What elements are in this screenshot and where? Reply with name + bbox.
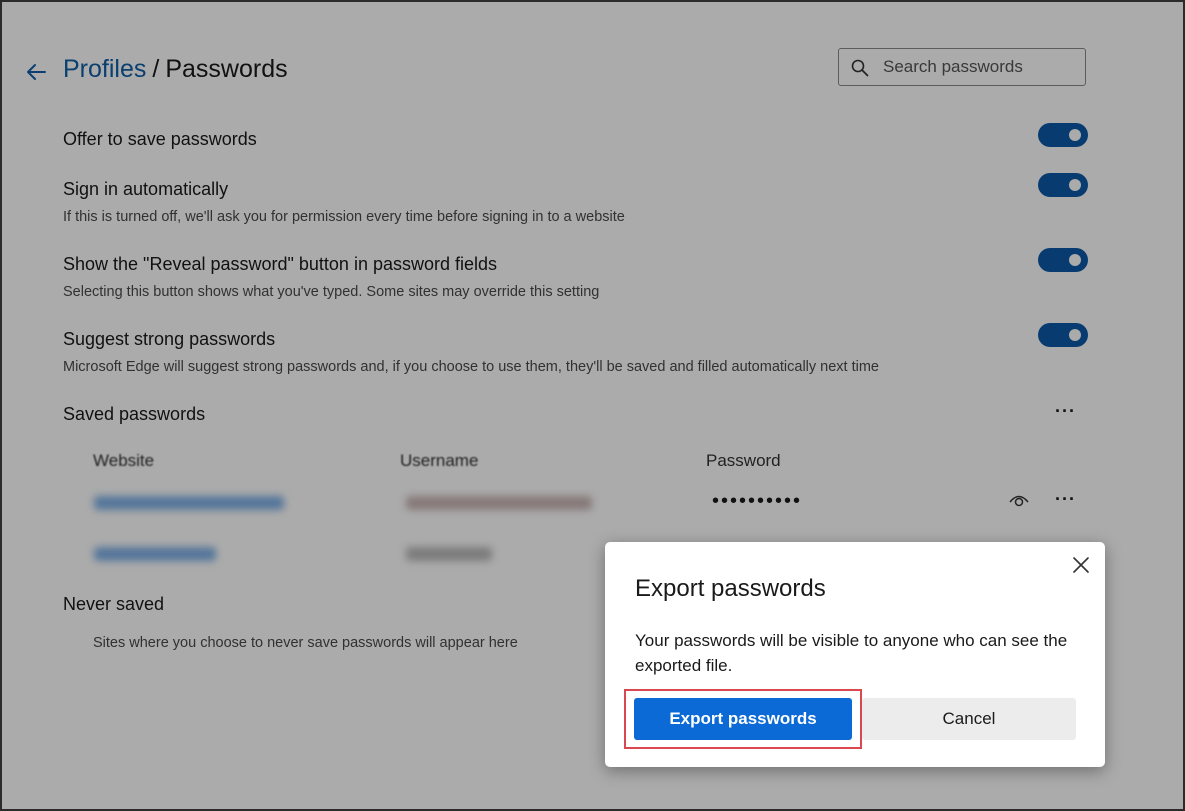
dialog-title: Export passwords: [635, 575, 826, 602]
dialog-body: Your passwords will be visible to anyone…: [635, 631, 1068, 675]
export-passwords-button[interactable]: Export passwords: [634, 698, 852, 740]
close-icon[interactable]: [1071, 555, 1091, 575]
cancel-button[interactable]: Cancel: [862, 698, 1076, 740]
export-passwords-dialog: Export passwords Your passwords will be …: [605, 542, 1105, 767]
window-frame: Profiles/Passwords Offer to save passwor…: [0, 0, 1185, 811]
